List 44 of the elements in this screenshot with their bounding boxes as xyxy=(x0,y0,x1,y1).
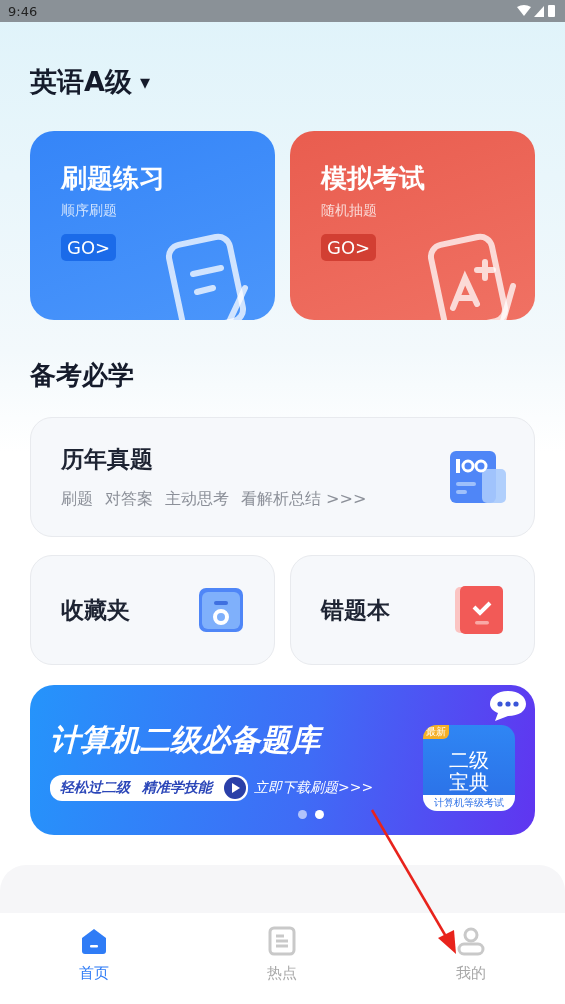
slogan-text: 轻松过二级 xyxy=(60,778,130,797)
practice-card[interactable]: 模拟考试 随机抽题 GO> xyxy=(290,131,535,320)
score-paper-icon xyxy=(450,451,506,503)
tool-card[interactable]: 错题本 xyxy=(290,555,535,665)
card-title: 收藏夹 xyxy=(61,595,130,625)
promo-banner[interactable]: 计算机二级必备题库 轻松过二级 精准学技能 立即下载刷题>>> 最新 二级 宝典 计算机等级考试 xyxy=(30,685,535,835)
tool-card[interactable]: 收藏夹 xyxy=(30,555,275,665)
exam-title: 英语A级 xyxy=(30,65,132,99)
past-papers-card[interactable]: 历年真题 刷题 对答案 主动思考 看解析总结 >>> xyxy=(30,417,535,537)
section-title: 备考必学 xyxy=(30,359,135,392)
tab[interactable]: 首页 xyxy=(0,913,189,1004)
notebook-check-icon xyxy=(454,586,504,634)
chat-bubble-icon[interactable] xyxy=(489,689,527,723)
practice-card[interactable]: 刷题练习 顺序刷题 GO> xyxy=(30,131,275,320)
card-title: 模拟考试 xyxy=(321,162,425,195)
status-time: 9:46 xyxy=(8,3,38,19)
document-icon xyxy=(267,926,298,956)
go-button[interactable]: GO> xyxy=(61,234,117,261)
card-title: 历年真题 xyxy=(61,445,154,474)
card-subtitle: 随机抽题 xyxy=(321,202,377,220)
carousel-dot[interactable] xyxy=(315,810,324,819)
download-link[interactable]: 立即下载刷题>>> xyxy=(254,778,374,797)
tab[interactable]: 我的 xyxy=(376,913,565,1004)
user-icon xyxy=(455,926,486,956)
folder-icon xyxy=(198,587,244,633)
carousel-dot[interactable] xyxy=(298,810,307,819)
dropdown-caret[interactable]: ▾ xyxy=(139,70,150,94)
card-title: 刷题练习 xyxy=(61,162,165,195)
card-subtitle: 顺序刷题 xyxy=(61,202,117,220)
play-icon xyxy=(224,776,246,799)
status-icons xyxy=(517,4,557,18)
feature-tag: 刷题 xyxy=(61,489,93,510)
icon-text: 二级 xyxy=(449,749,489,771)
feature-tag: 主动思考 xyxy=(165,489,229,510)
ribbon-label: 最新 xyxy=(423,725,449,739)
icon-text: 宝典 xyxy=(449,771,489,793)
slogan-text: 精准学技能 xyxy=(142,778,212,797)
feature-tag: 对答案 xyxy=(105,489,153,510)
tab[interactable]: 热点 xyxy=(188,913,377,1004)
feature-tag: 看解析总结 >>> xyxy=(241,489,367,510)
banner-headline: 计算机二级必备题库 xyxy=(50,719,407,761)
go-button[interactable]: GO> xyxy=(321,234,377,261)
card-title: 错题本 xyxy=(321,595,390,625)
icon-caption: 计算机等级考试 xyxy=(423,795,515,811)
